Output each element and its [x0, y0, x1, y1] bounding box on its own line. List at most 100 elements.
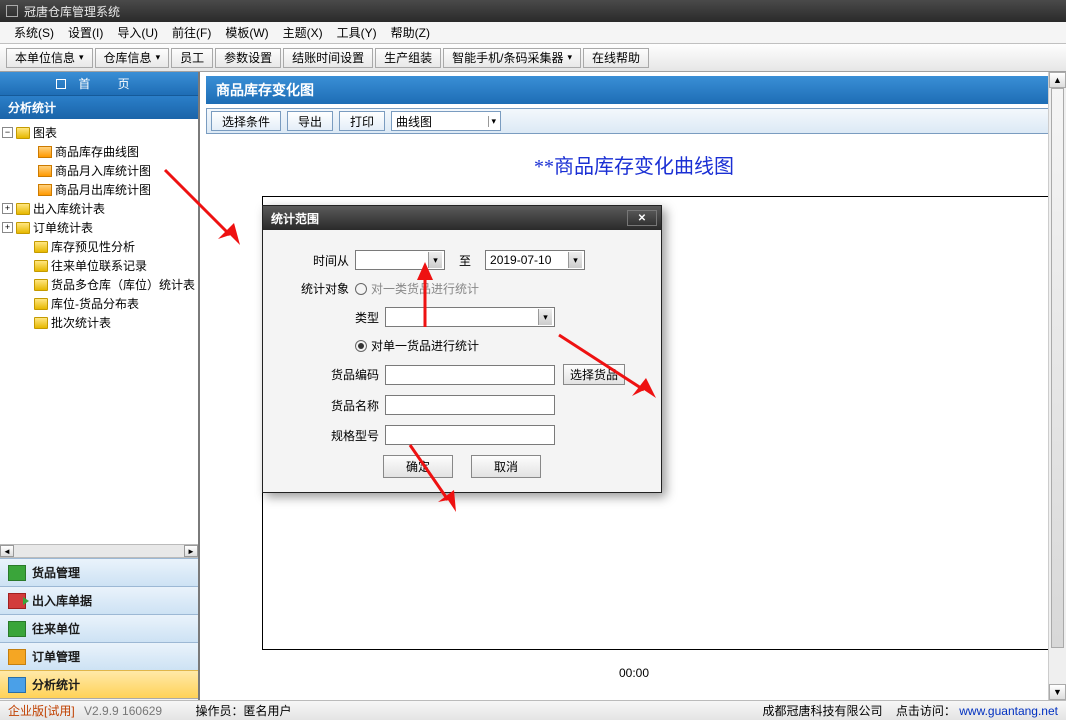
expand-icon[interactable]: +	[2, 203, 13, 214]
chevron-down-icon[interactable]: ▾	[428, 252, 442, 268]
navpane-inout[interactable]: 出入库单据	[0, 586, 198, 614]
tbtn-warehouse-info[interactable]: 仓库信息	[95, 48, 170, 68]
tree-item-multi-wh[interactable]: 货品多仓库（库位）统计表	[2, 275, 196, 294]
tree-item-stock-curve[interactable]: 商品库存曲线图	[2, 142, 196, 161]
tree-item-order-table[interactable]: + 订单统计表	[2, 218, 196, 237]
combo-time-to[interactable]: 2019-07-10▾	[485, 250, 585, 270]
label-time-from: 时间从	[281, 252, 349, 269]
scroll-down-icon[interactable]: ▼	[1049, 684, 1066, 700]
navpane-analysis[interactable]: 分析统计	[0, 670, 198, 698]
navpane-partners[interactable]: 往来单位	[0, 614, 198, 642]
chevron-down-icon[interactable]: ▾	[538, 309, 552, 325]
tree-label: 往来单位联系记录	[51, 257, 147, 274]
menu-theme[interactable]: 主题(X)	[277, 22, 329, 43]
radio-category[interactable]	[355, 283, 367, 295]
status-company: 成都冠唐科技有限公司	[763, 704, 883, 718]
tree-item-location-dist[interactable]: 库位-货品分布表	[2, 294, 196, 313]
menu-tools[interactable]: 工具(Y)	[331, 22, 383, 43]
chart-icon	[38, 146, 52, 158]
expand-icon[interactable]: +	[2, 222, 13, 233]
combo-value: 曲线图	[396, 113, 432, 130]
tree-item-contact[interactable]: 往来单位联系记录	[2, 256, 196, 275]
navpane-orders[interactable]: 订单管理	[0, 642, 198, 670]
tbtn-staff[interactable]: 员工	[171, 48, 213, 68]
page-title: 商品库存变化图	[206, 76, 1062, 104]
tbtn-online-help[interactable]: 在线帮助	[583, 48, 649, 68]
label-spec: 规格型号	[311, 427, 379, 444]
expand-icon[interactable]: −	[2, 127, 13, 138]
chevron-down-icon[interactable]: ▾	[568, 252, 582, 268]
tree-item-batch[interactable]: 批次统计表	[2, 313, 196, 332]
status-operator-label: 操作员：	[195, 704, 243, 718]
btn-print[interactable]: 打印	[339, 111, 385, 131]
folder-icon	[34, 279, 48, 291]
tree-root-charts[interactable]: − 图表	[2, 123, 196, 142]
input-name[interactable]	[385, 395, 555, 415]
scroll-thumb[interactable]	[1051, 88, 1064, 648]
combo-chart-type[interactable]: 曲线图	[391, 111, 501, 131]
btn-export[interactable]: 导出	[287, 111, 333, 131]
folder-icon	[16, 203, 30, 215]
combo-type[interactable]: ▾	[385, 307, 555, 327]
status-version: V2.9.9 160629	[84, 704, 162, 718]
btn-ok[interactable]: 确定	[383, 455, 453, 478]
folder-icon	[34, 241, 48, 253]
label-name: 货品名称	[311, 397, 379, 414]
combo-time-from[interactable]: ▾	[355, 250, 445, 270]
tree-label: 库位-货品分布表	[51, 295, 139, 312]
tree-item-monthly-in[interactable]: 商品月入库统计图	[2, 161, 196, 180]
home-icon	[56, 79, 66, 89]
tbtn-company-info[interactable]: 本单位信息	[6, 48, 93, 68]
chart-xlabel: 00:00	[619, 666, 649, 680]
tree-item-forecast[interactable]: 库存预见性分析	[2, 237, 196, 256]
status-url[interactable]: www.guantang.net	[959, 704, 1058, 718]
app-title: 冠唐仓库管理系统	[24, 3, 120, 20]
menu-import[interactable]: 导入(U)	[111, 22, 164, 43]
folder-icon	[34, 317, 48, 329]
navpane-label: 往来单位	[32, 620, 80, 637]
tbtn-assembly[interactable]: 生产组装	[375, 48, 441, 68]
sidebar-hscroll[interactable]: ◄ ►	[0, 544, 198, 558]
label-code: 货品编码	[311, 366, 379, 383]
dialog-stat-range: 统计范围 ✕ 时间从 ▾ 至 2019-07-10▾ 统计对象 对一类货品进行统…	[262, 205, 662, 493]
menubar: 系统(S) 设置(I) 导入(U) 前往(F) 模板(W) 主题(X) 工具(Y…	[0, 22, 1066, 44]
tree-label: 货品多仓库（库位）统计表	[51, 276, 195, 293]
menu-system[interactable]: 系统(S)	[8, 22, 60, 43]
tbtn-params[interactable]: 参数设置	[215, 48, 281, 68]
tree-label: 批次统计表	[51, 314, 111, 331]
btn-select-condition[interactable]: 选择条件	[211, 111, 281, 131]
tree-item-inout-table[interactable]: + 出入库统计表	[2, 199, 196, 218]
tbtn-barcode[interactable]: 智能手机/条码采集器	[443, 48, 581, 68]
chart-title: **商品库存变化曲线图	[206, 150, 1062, 179]
navpane-goods[interactable]: 货品管理	[0, 558, 198, 586]
status-operator: 匿名用户	[243, 704, 291, 718]
scroll-right-icon[interactable]: ►	[184, 545, 198, 557]
tbtn-closing-time[interactable]: 结账时间设置	[283, 48, 373, 68]
chart-icon	[38, 184, 52, 196]
input-code[interactable]	[385, 365, 555, 385]
folder-icon	[34, 260, 48, 272]
menu-goto[interactable]: 前往(F)	[166, 22, 217, 43]
btn-cancel[interactable]: 取消	[471, 455, 541, 478]
scroll-left-icon[interactable]: ◄	[0, 545, 14, 557]
dialog-titlebar[interactable]: 统计范围 ✕	[263, 206, 661, 230]
status-visit-label: 点击访问：	[896, 704, 956, 718]
tree-label: 出入库统计表	[33, 200, 105, 217]
status-edition: 企业版[试用]	[8, 704, 75, 718]
menu-template[interactable]: 模板(W)	[219, 22, 274, 43]
window-vscroll[interactable]: ▲ ▼	[1048, 72, 1066, 700]
orders-icon	[8, 649, 26, 665]
navpane-label: 分析统计	[32, 676, 80, 693]
radio-single[interactable]	[355, 340, 367, 352]
analysis-icon	[8, 677, 26, 693]
partners-icon	[8, 621, 26, 637]
sidebar-home[interactable]: 首 页	[0, 72, 198, 96]
sidebar-tree: − 图表 商品库存曲线图 商品月入库统计图 商品月出库统计图 + 出入库统计表	[0, 119, 198, 544]
menu-settings[interactable]: 设置(I)	[62, 22, 109, 43]
tree-item-monthly-out[interactable]: 商品月出库统计图	[2, 180, 196, 199]
menu-help[interactable]: 帮助(Z)	[385, 22, 436, 43]
scroll-up-icon[interactable]: ▲	[1049, 72, 1066, 88]
btn-select-goods[interactable]: 选择货品	[563, 364, 625, 385]
input-spec[interactable]	[385, 425, 555, 445]
close-icon[interactable]: ✕	[627, 210, 657, 226]
